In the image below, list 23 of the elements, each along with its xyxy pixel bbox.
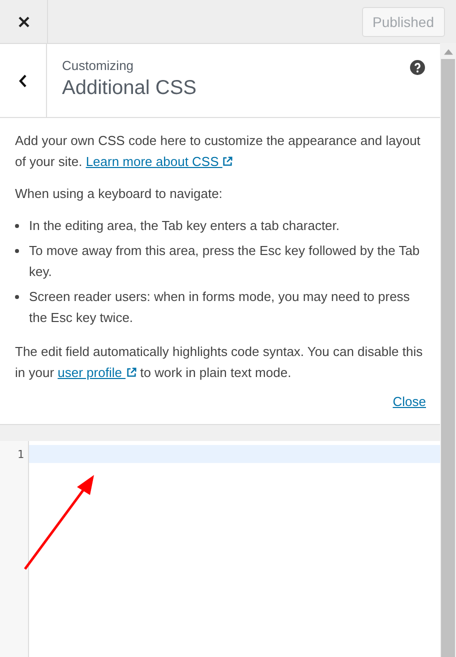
code-editor[interactable]: 1 — [0, 441, 440, 657]
line-number: 1 — [17, 447, 25, 463]
bullet-text: Screen reader users: when in forms mode, you may need to press the Esc key twice. — [29, 288, 411, 327]
external-link-icon — [222, 156, 234, 167]
bullet-icon — [15, 249, 19, 253]
learn-more-link[interactable]: Learn more about CSS — [86, 154, 234, 169]
close-link[interactable]: Close — [392, 394, 426, 410]
breadcrumb: Customizing — [62, 58, 135, 73]
bullet-text: In the editing area, the Tab key enters a tab character. — [29, 217, 340, 235]
syntax-note: The edit field automatically highlights code syntax. You can disable this in your user profile to work in plain text mode. — [15, 343, 424, 382]
back-icon — [19, 74, 27, 88]
section-title: Additional CSS — [62, 77, 197, 100]
keyboard-heading: When using a keyboard to navigate: — [15, 185, 224, 203]
scrollbar[interactable] — [440, 43, 456, 657]
external-link-icon — [126, 367, 137, 378]
intro-text: Add your own CSS code here to customize the appearance and layout of your site. Learn more about CSS — [15, 132, 422, 171]
help-icon[interactable] — [410, 60, 425, 75]
scroll-up-icon[interactable] — [444, 49, 452, 55]
close-icon — [18, 16, 30, 28]
bullet-text: To move away from this area, press the Esc key followed by the Tab key. — [29, 242, 421, 281]
bullet-icon — [15, 224, 19, 228]
bullet-icon — [15, 295, 19, 299]
user-profile-link[interactable]: user profile — [58, 365, 137, 380]
